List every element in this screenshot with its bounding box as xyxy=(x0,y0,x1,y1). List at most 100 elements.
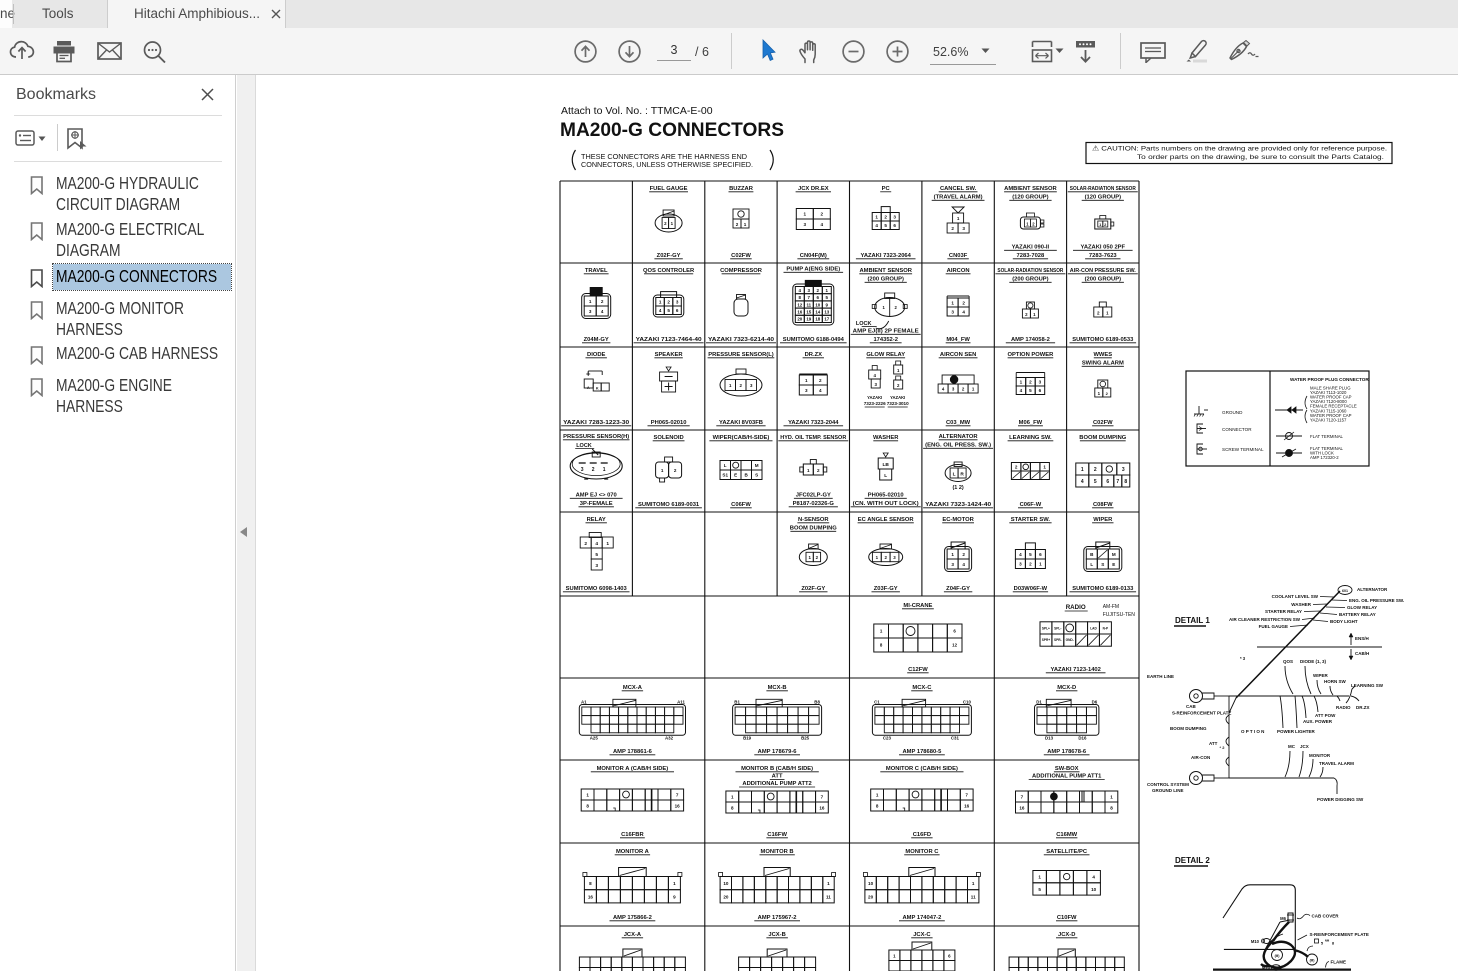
svg-text:ALTERNATOR: ALTERNATOR xyxy=(1357,587,1388,592)
svg-text:N-SENSOR: N-SENSOR xyxy=(798,517,829,523)
svg-text:6: 6 xyxy=(817,295,820,300)
svg-text:(200 GROUP): (200 GROUP) xyxy=(867,277,903,283)
svg-text:2: 2 xyxy=(667,300,670,305)
svg-text:NM: NM xyxy=(1325,939,1330,943)
svg-text:RADIO: RADIO xyxy=(1336,705,1351,710)
svg-text:C02FW: C02FW xyxy=(731,253,751,259)
svg-text:BOOM DUMPING: BOOM DUMPING xyxy=(1079,435,1127,441)
svg-text:C03_MW: C03_MW xyxy=(946,420,971,426)
svg-text:BOOM DUMPING: BOOM DUMPING xyxy=(790,526,838,532)
svg-text:4: 4 xyxy=(819,388,822,393)
svg-text:POWER DIGGING SW: POWER DIGGING SW xyxy=(1317,797,1364,802)
svg-text:AMP 172320-2: AMP 172320-2 xyxy=(1310,455,1339,460)
svg-text:MONITOR C: MONITOR C xyxy=(905,849,939,855)
svg-text:20: 20 xyxy=(797,317,802,322)
svg-text:B25: B25 xyxy=(801,735,810,740)
svg-text:ATT: ATT xyxy=(772,774,783,780)
svg-text:AMP 178861-6: AMP 178861-6 xyxy=(613,749,653,755)
svg-text:E: E xyxy=(734,473,737,478)
svg-text:(120 GROUP): (120 GROUP) xyxy=(1085,195,1121,201)
svg-text:ATT POW: ATT POW xyxy=(1315,713,1336,718)
svg-text:YAZAKI 8V03FB: YAZAKI 8V03FB xyxy=(719,420,763,426)
svg-text:4: 4 xyxy=(1081,479,1084,485)
svg-text:YAZAKI 7323-1424-40: YAZAKI 7323-1424-40 xyxy=(925,502,991,508)
svg-text:HORN SW: HORN SW xyxy=(1324,679,1347,684)
svg-text:1: 1 xyxy=(1110,795,1113,800)
svg-text:Z02F-GY: Z02F-GY xyxy=(801,586,825,592)
svg-text:FUJITSU-TEN: FUJITSU-TEN xyxy=(1103,612,1136,618)
svg-text:YAZAKI 7323-2064: YAZAKI 7323-2064 xyxy=(861,253,912,259)
svg-text:3: 3 xyxy=(952,387,955,392)
svg-text:B19: B19 xyxy=(743,735,752,740)
svg-text:S: S xyxy=(755,473,758,478)
svg-text:8: 8 xyxy=(1124,479,1127,485)
svg-text:L: L xyxy=(724,463,727,468)
svg-text:(CN. WITH OUT LOCK): (CN. WITH OUT LOCK) xyxy=(853,501,919,507)
svg-text:1: 1 xyxy=(951,552,954,557)
svg-text:16: 16 xyxy=(1019,806,1025,811)
svg-text:MCX-C: MCX-C xyxy=(912,685,932,691)
svg-text:(120 GROUP): (120 GROUP) xyxy=(1012,195,1048,201)
svg-text:2: 2 xyxy=(601,299,604,304)
svg-text:1: 1 xyxy=(1098,391,1101,396)
svg-text:AMP 174058-2: AMP 174058-2 xyxy=(1011,337,1050,343)
svg-text:2: 2 xyxy=(1094,467,1097,473)
svg-text:1: 1 xyxy=(1020,380,1023,385)
svg-text:WIPER(CAB/H-SIDE): WIPER(CAB/H-SIDE) xyxy=(713,435,770,441)
svg-text:MCX-D: MCX-D xyxy=(1057,685,1076,691)
svg-text:M: M xyxy=(1112,552,1116,557)
svg-text:3: 3 xyxy=(893,215,896,220)
svg-text:11: 11 xyxy=(826,894,831,899)
svg-text:C16FW: C16FW xyxy=(767,832,787,838)
svg-text:2: 2 xyxy=(819,378,822,383)
svg-text:MI-CRANE: MI-CRANE xyxy=(903,603,932,609)
svg-text:SPL+: SPL+ xyxy=(1042,626,1050,630)
svg-text:19: 19 xyxy=(806,317,811,322)
svg-text:SWING ALARM: SWING ALARM xyxy=(1082,361,1124,367)
svg-text:AIR-CON: AIR-CON xyxy=(1191,755,1210,760)
svg-text:JCX-C: JCX-C xyxy=(913,932,931,938)
svg-text:20: 20 xyxy=(868,894,874,899)
svg-text:A: A xyxy=(587,386,590,390)
svg-text:MONITOR B: MONITOR B xyxy=(761,849,794,855)
svg-text:3: 3 xyxy=(893,555,896,560)
svg-text:8: 8 xyxy=(586,804,589,809)
svg-text:SUMITOMO 6189-0031: SUMITOMO 6189-0031 xyxy=(638,502,700,508)
svg-text:6: 6 xyxy=(1106,479,1109,485)
svg-text:Z02F-GY: Z02F-GY xyxy=(657,253,681,259)
svg-text:1: 1 xyxy=(897,368,900,373)
svg-text:SOLENOID: SOLENOID xyxy=(653,435,683,441)
svg-text:1: 1 xyxy=(1026,222,1029,227)
svg-text:AIR-CON PRESSURE SW.: AIR-CON PRESSURE SW. xyxy=(1070,268,1136,274)
svg-text:3: 3 xyxy=(750,383,753,388)
svg-text:2: 2 xyxy=(1029,380,1032,385)
svg-text:1: 1 xyxy=(1106,311,1109,316)
svg-text:9: 9 xyxy=(673,894,676,899)
svg-text:1: 1 xyxy=(1038,875,1041,880)
svg-text:CN04F(M): CN04F(M) xyxy=(800,253,827,259)
svg-text:D6: D6 xyxy=(1092,700,1098,705)
svg-text:AMP EJ <> 070: AMP EJ <> 070 xyxy=(576,493,617,499)
svg-text:D16: D16 xyxy=(1078,735,1087,740)
svg-text:B: B xyxy=(745,473,749,478)
svg-text:MONITOR C (CAB/H SIDE): MONITOR C (CAB/H SIDE) xyxy=(886,766,958,772)
svg-text:To order parts on the drawing,: To order parts on the drawing, be sure t… xyxy=(1137,154,1384,161)
svg-text:2: 2 xyxy=(817,468,820,473)
svg-text:* 3: * 3 xyxy=(1240,656,1246,661)
svg-text:GLOW RELAY: GLOW RELAY xyxy=(866,352,905,358)
svg-text:2: 2 xyxy=(736,222,739,227)
svg-text:PRESSURE SENSOR(L): PRESSURE SENSOR(L) xyxy=(708,352,773,358)
svg-text:CAB: CAB xyxy=(1186,704,1196,709)
svg-text:2: 2 xyxy=(592,467,595,473)
svg-text:1: 1 xyxy=(957,216,960,221)
svg-text:WWES: WWES xyxy=(1093,352,1112,358)
svg-text:7: 7 xyxy=(965,793,968,798)
svg-text:MCX-B: MCX-B xyxy=(768,685,787,691)
svg-text:LEARNING SW: LEARNING SW xyxy=(1351,683,1384,688)
svg-text:QOS: QOS xyxy=(1283,659,1293,664)
svg-text:3: 3 xyxy=(1122,467,1125,473)
svg-text:2: 2 xyxy=(962,387,965,392)
svg-text:2: 2 xyxy=(1032,222,1035,227)
svg-text:P8187-02326-G: P8187-02326-G xyxy=(793,501,835,507)
svg-text:1: 1 xyxy=(951,300,954,305)
